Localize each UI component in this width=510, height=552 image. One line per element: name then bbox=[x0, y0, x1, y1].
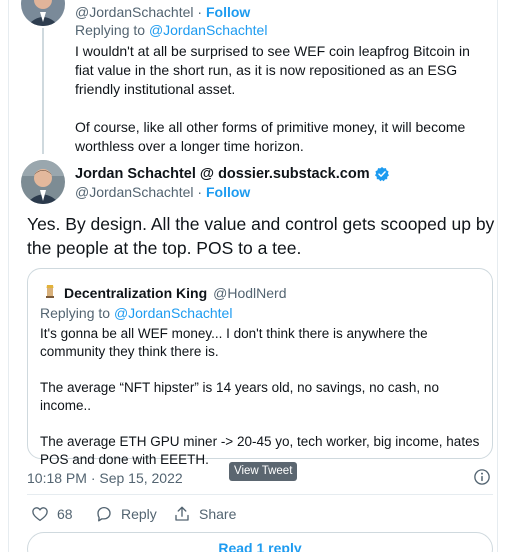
thread-connector bbox=[42, 28, 44, 154]
separator-dot: · bbox=[197, 4, 203, 20]
tweet-text: Yes. By design. All the value and contro… bbox=[27, 214, 495, 258]
previous-replying-to: Replying to @JordanSchachtel bbox=[75, 22, 267, 38]
reply-label: Reply bbox=[121, 506, 157, 522]
like-button[interactable]: 68 bbox=[31, 505, 73, 523]
read-replies-button[interactable]: Read 1 reply bbox=[27, 532, 493, 552]
tweet-timestamp[interactable]: 10:18 PM · Sep 15, 2022 bbox=[27, 470, 183, 486]
previous-author-avatar[interactable] bbox=[21, 0, 65, 26]
author-name[interactable]: Jordan Schachtel @ dossier.substack.com bbox=[75, 166, 370, 182]
author-handle-row: @JordanSchachtel · Follow bbox=[75, 184, 250, 200]
quoted-author-name[interactable]: Decentralization King bbox=[64, 285, 207, 301]
author-name-row[interactable]: Jordan Schachtel @ dossier.substack.com bbox=[75, 166, 390, 182]
previous-tweet-text: I wouldn't at all be surprised to see WE… bbox=[75, 42, 491, 175]
tweet-card: @JordanSchachtel · Follow Replying to @J… bbox=[8, 0, 498, 552]
view-tweet-tooltip: View Tweet bbox=[229, 462, 298, 481]
previous-author-handle[interactable]: @JordanSchachtel bbox=[75, 4, 194, 20]
quoted-tweet-header: Decentralization King @HodlNerd bbox=[42, 283, 287, 302]
verified-badge-icon bbox=[374, 167, 389, 182]
divider bbox=[27, 494, 493, 495]
replying-to-link[interactable]: @JordanSchachtel bbox=[149, 22, 268, 38]
quoted-author-avatar bbox=[42, 283, 58, 302]
previous-paragraph: I wouldn't at all be surprised to see WE… bbox=[75, 43, 470, 97]
quoted-replying-link[interactable]: @JordanSchachtel bbox=[114, 305, 233, 321]
info-icon[interactable] bbox=[473, 468, 491, 486]
reply-button[interactable]: Reply bbox=[95, 505, 157, 523]
share-button[interactable]: Share bbox=[173, 505, 236, 523]
follow-button[interactable]: Follow bbox=[206, 184, 250, 200]
quoted-replying-to: Replying to @JordanSchachtel bbox=[40, 305, 232, 321]
author-avatar[interactable] bbox=[21, 160, 65, 204]
author-handle[interactable]: @JordanSchachtel bbox=[75, 184, 194, 200]
previous-handle-row: @JordanSchachtel · Follow bbox=[75, 4, 250, 20]
quoted-paragraph: It's gonna be all WEF money... I don't t… bbox=[40, 326, 428, 359]
share-icon bbox=[175, 506, 189, 521]
previous-paragraph: Of course, like all other forms of primi… bbox=[75, 119, 466, 154]
heart-icon bbox=[32, 507, 48, 522]
quoted-paragraph: The average “NFT hipster” is 14 years ol… bbox=[40, 380, 439, 413]
share-label: Share bbox=[199, 506, 237, 522]
reply-icon bbox=[97, 506, 111, 522]
separator-dot: · bbox=[197, 184, 203, 200]
replying-to-prefix: Replying to bbox=[75, 22, 146, 38]
quoted-author-handle[interactable]: @HodlNerd bbox=[213, 285, 286, 301]
quoted-replying-prefix: Replying to bbox=[40, 305, 111, 321]
previous-follow-button[interactable]: Follow bbox=[206, 4, 250, 20]
quoted-tweet[interactable]: Decentralization King @HodlNerd Replying… bbox=[27, 268, 493, 467]
like-count: 68 bbox=[57, 506, 73, 522]
